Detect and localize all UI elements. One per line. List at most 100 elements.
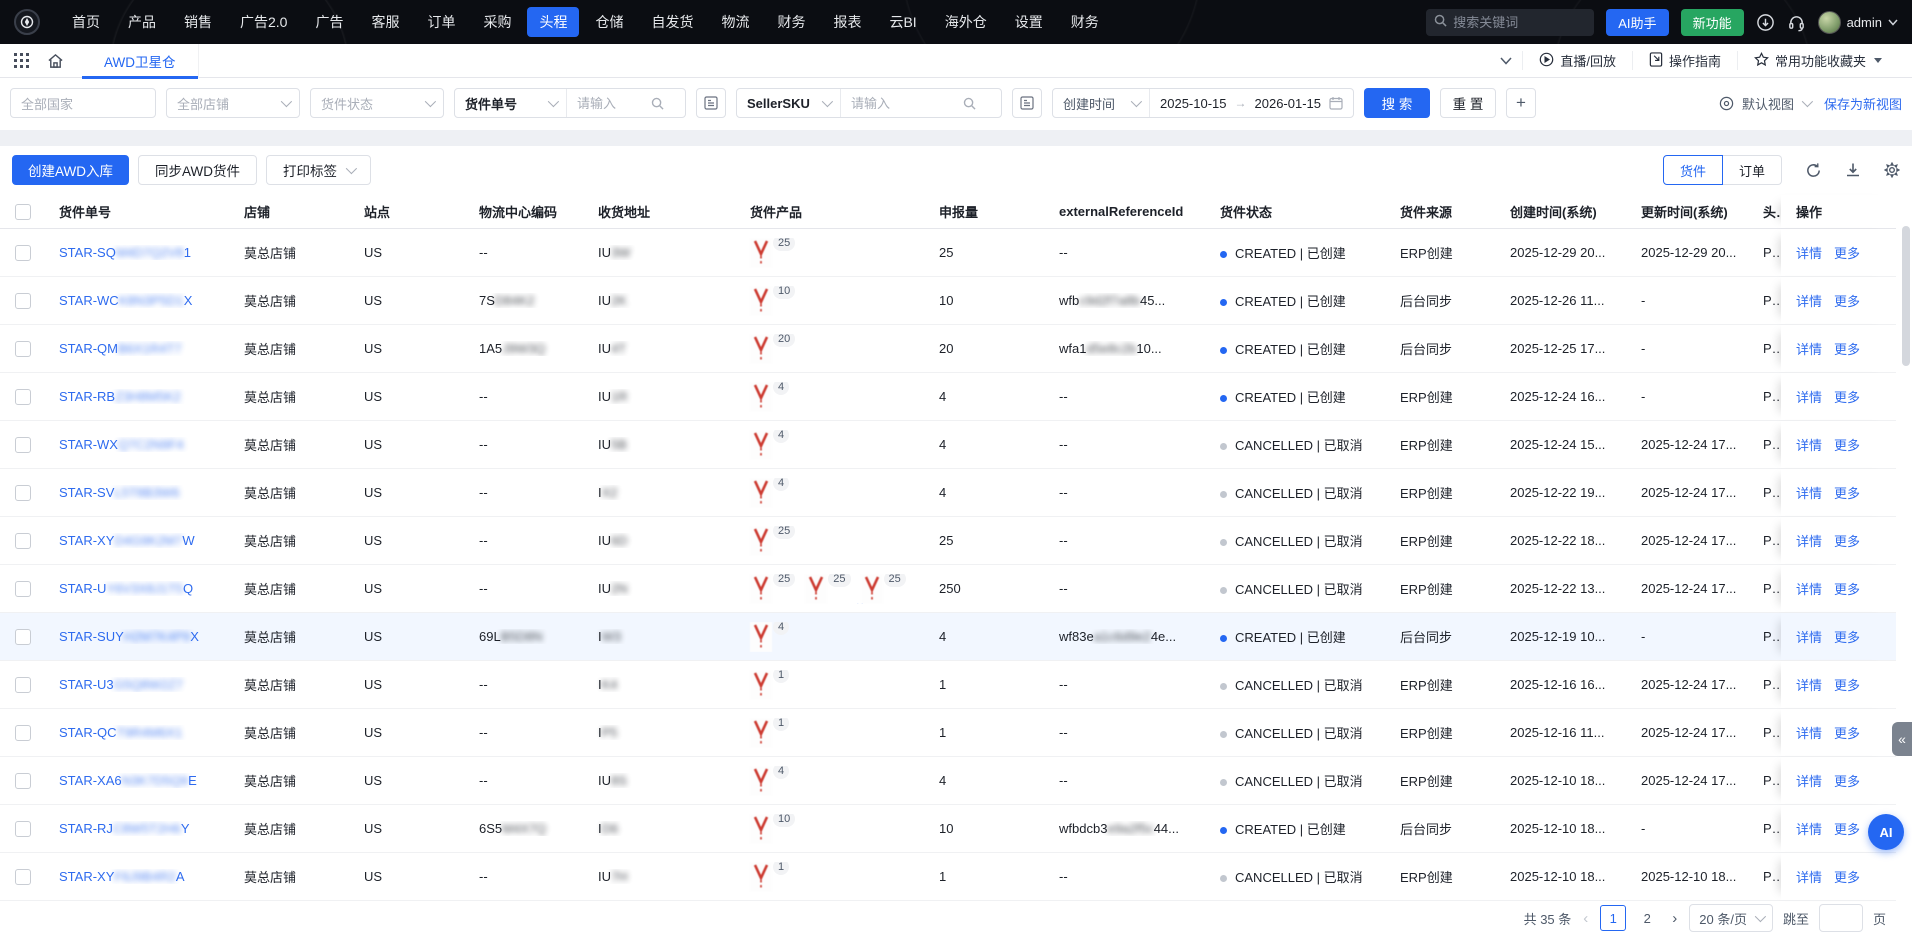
nav-item-报表[interactable]: 报表 [821, 7, 873, 37]
vertical-scrollbar[interactable] [1902, 190, 1910, 906]
op-详情[interactable]: 详情 [1796, 723, 1822, 742]
op-更多[interactable]: 更多 [1834, 867, 1860, 886]
op-更多[interactable]: 更多 [1834, 771, 1860, 790]
row-checkbox[interactable] [15, 821, 31, 837]
operation-guide-link[interactable]: 操作指南 [1632, 51, 1737, 70]
product-thumbnail[interactable] [750, 670, 772, 700]
add-filter-button[interactable]: + [1506, 88, 1536, 118]
nav-item-财务[interactable]: 财务 [765, 7, 817, 37]
nav-item-广告[interactable]: 广告 [303, 7, 355, 37]
refresh-icon[interactable] [1805, 162, 1822, 179]
search-button[interactable]: 搜 索 [1364, 88, 1430, 118]
shipment-id-link[interactable]: STAR-U3G5Q8W2Z7 [59, 677, 183, 692]
date-range-picker[interactable]: 2025-10-15 → 2026-01-15 [1150, 89, 1353, 117]
tab-awd-satellite-warehouse[interactable]: AWD卫星仓 [82, 44, 199, 78]
op-详情[interactable]: 详情 [1796, 771, 1822, 790]
nav-item-云BI[interactable]: 云BI [877, 7, 928, 37]
ai-floating-button[interactable]: AI [1868, 814, 1904, 850]
op-更多[interactable]: 更多 [1834, 291, 1860, 310]
shipment-no-input[interactable] [577, 96, 643, 111]
product-thumbnail[interactable] [750, 334, 772, 364]
download-circle-icon[interactable] [1756, 13, 1775, 32]
tab-list-chevron-icon[interactable] [1500, 53, 1512, 68]
product-thumbnail[interactable] [750, 622, 772, 652]
op-更多[interactable]: 更多 [1834, 243, 1860, 262]
row-checkbox[interactable] [15, 581, 31, 597]
sku-batch-input-button[interactable] [1012, 88, 1042, 118]
headset-icon[interactable] [1787, 13, 1806, 32]
nav-item-首页[interactable]: 首页 [60, 7, 112, 37]
ai-assistant-button[interactable]: AI助手 [1606, 9, 1668, 36]
shipment-id-link[interactable]: STAR-SUYH2M7K4P9X [59, 629, 199, 644]
shipment-id-link[interactable]: STAR-RBZ3H8M5K2 [59, 389, 181, 404]
page-1[interactable]: 1 [1600, 905, 1626, 931]
toggle-shipment[interactable]: 货件 [1663, 155, 1723, 185]
op-更多[interactable]: 更多 [1834, 531, 1860, 550]
op-更多[interactable]: 更多 [1834, 675, 1860, 694]
toggle-order[interactable]: 订单 [1723, 155, 1782, 185]
jump-page-input[interactable] [1819, 904, 1863, 932]
op-更多[interactable]: 更多 [1834, 387, 1860, 406]
reset-button[interactable]: 重 置 [1440, 88, 1496, 118]
row-checkbox[interactable] [15, 389, 31, 405]
shipment-id-link[interactable]: STAR-UY6V3X8J1T5Q [59, 581, 193, 596]
row-checkbox[interactable] [15, 773, 31, 789]
nav-item-采购[interactable]: 采购 [471, 7, 523, 37]
home-icon[interactable] [47, 53, 64, 69]
prev-page-button[interactable]: ‹ [1581, 910, 1590, 927]
nav-item-客服[interactable]: 客服 [359, 7, 411, 37]
product-thumbnail[interactable] [750, 382, 772, 412]
create-awd-inbound-button[interactable]: 创建AWD入库 [12, 155, 129, 185]
shipment-status-select[interactable]: 货件状态 [310, 88, 444, 118]
nav-item-自发货[interactable]: 自发货 [639, 7, 705, 37]
op-更多[interactable]: 更多 [1834, 339, 1860, 358]
sync-awd-shipment-button[interactable]: 同步AWD货件 [138, 155, 257, 185]
op-详情[interactable]: 详情 [1796, 867, 1822, 886]
row-checkbox[interactable] [15, 341, 31, 357]
op-更多[interactable]: 更多 [1834, 819, 1860, 838]
shipment-id-link[interactable]: STAR-XA6N3K7D5Q9E [59, 773, 197, 788]
row-checkbox[interactable] [15, 725, 31, 741]
shipment-id-link[interactable]: STAR-QMB6X1R4T7 [59, 341, 182, 356]
nav-item-物流[interactable]: 物流 [709, 7, 761, 37]
page-2[interactable]: 2 [1634, 905, 1660, 931]
time-field-select[interactable]: 创建时间 [1053, 89, 1150, 117]
products-more-link[interactable]: 共10 [854, 601, 879, 604]
shop-select[interactable]: 全部店铺 [166, 88, 300, 118]
download-icon[interactable] [1845, 162, 1861, 178]
product-thumbnail[interactable] [750, 718, 772, 748]
row-checkbox[interactable] [15, 677, 31, 693]
nav-item-广告2.0[interactable]: 广告2.0 [228, 7, 299, 37]
user-menu[interactable]: admin [1818, 11, 1898, 34]
op-详情[interactable]: 详情 [1796, 291, 1822, 310]
shipment-id-link[interactable]: STAR-XYF6J9B4R2A [59, 869, 184, 884]
op-详情[interactable]: 详情 [1796, 339, 1822, 358]
favorites-link[interactable]: 常用功能收藏夹 [1737, 51, 1898, 70]
op-更多[interactable]: 更多 [1834, 435, 1860, 454]
shipment-no-batch-input-button[interactable] [696, 88, 726, 118]
default-view-select[interactable]: 默认视图 [1742, 94, 1794, 113]
row-checkbox[interactable] [15, 533, 31, 549]
row-checkbox[interactable] [15, 437, 31, 453]
nav-item-海外仓[interactable]: 海外仓 [933, 7, 999, 37]
product-thumbnail[interactable] [750, 526, 772, 556]
product-thumbnail[interactable] [750, 478, 772, 508]
next-page-button[interactable]: › [1670, 910, 1679, 927]
product-thumbnail[interactable] [750, 766, 772, 796]
op-更多[interactable]: 更多 [1834, 627, 1860, 646]
shipment-no-field-select[interactable]: 货件单号 [455, 89, 567, 117]
shipment-id-link[interactable]: STAR-RJC8W5T2H6Y [59, 821, 190, 836]
select-all-checkbox[interactable] [15, 204, 31, 220]
op-详情[interactable]: 详情 [1796, 243, 1822, 262]
print-label-dropdown[interactable]: 打印标签 [266, 155, 371, 185]
op-更多[interactable]: 更多 [1834, 579, 1860, 598]
product-thumbnail[interactable] [750, 862, 772, 892]
global-search[interactable] [1426, 9, 1594, 36]
row-checkbox[interactable] [15, 869, 31, 885]
product-thumbnail[interactable] [750, 430, 772, 460]
op-详情[interactable]: 详情 [1796, 579, 1822, 598]
op-更多[interactable]: 更多 [1834, 483, 1860, 502]
collapse-panel-button[interactable]: « [1892, 722, 1912, 756]
live-replay-link[interactable]: 直播/回放 [1522, 51, 1632, 70]
op-详情[interactable]: 详情 [1796, 675, 1822, 694]
